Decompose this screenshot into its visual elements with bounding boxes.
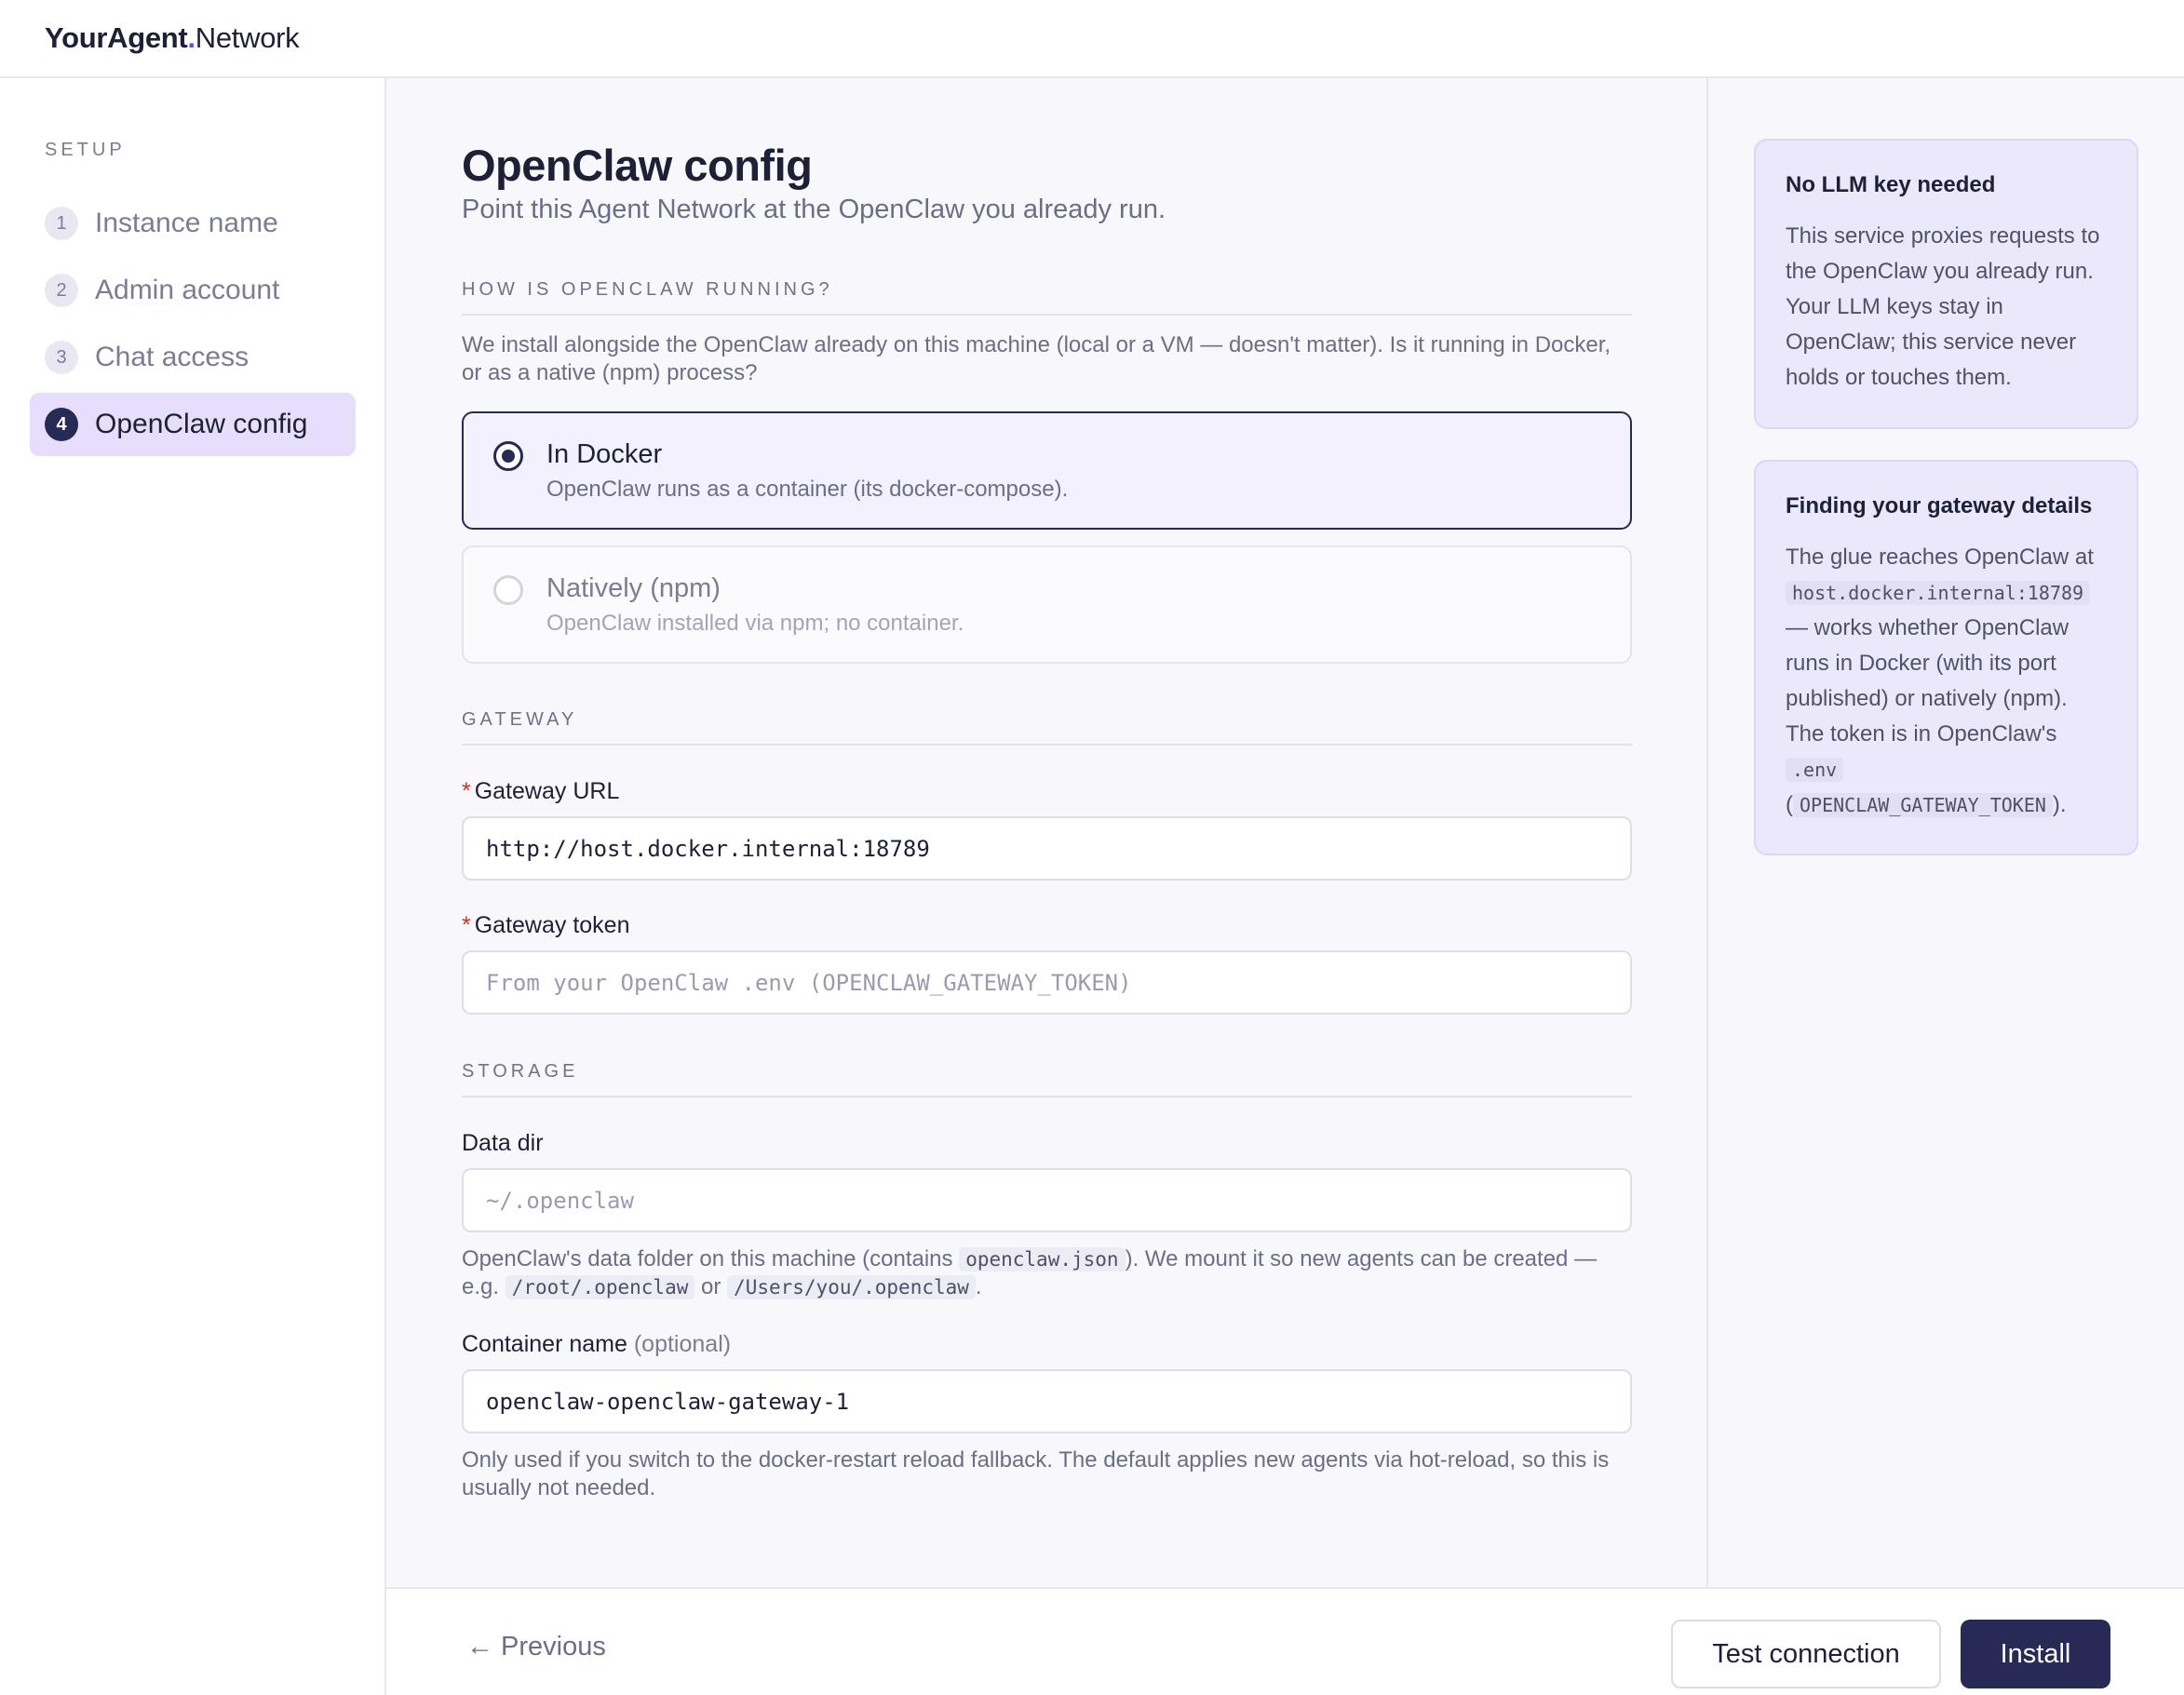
gateway-url-label-text: Gateway URL	[474, 778, 620, 804]
footer-actions: ← Previous Test connection Install	[386, 1587, 2184, 1695]
option-title: In Docker	[546, 439, 663, 469]
option-in-docker[interactable]: In Docker OpenClaw runs as a container (…	[462, 411, 1632, 530]
code-host-docker-internal: host.docker.internal:18789	[1786, 581, 2091, 605]
page-subtitle: Point this Agent Network at the OpenClaw…	[462, 195, 1166, 224]
body-text: ).	[2052, 792, 2067, 817]
brand-name-bold: YourAgent	[45, 21, 188, 54]
section-heading-gateway: GATEWAY	[462, 709, 1632, 746]
data-dir-label: Data dir	[462, 1130, 544, 1156]
info-card-title: No LLM key needed	[1786, 172, 1996, 197]
code-env: .env	[1786, 758, 1844, 782]
required-mark: *	[462, 778, 471, 804]
optional-tag: (optional)	[633, 1331, 732, 1357]
gateway-url-label: * Gateway URL	[462, 778, 619, 805]
code-openclaw-gateway-token: OPENCLAW_GATEWAY_TOKEN	[1793, 793, 2053, 817]
info-card-gateway-details: Finding your gateway details The glue re…	[1754, 460, 2138, 855]
info-card-body: The glue reaches OpenClaw at host.docker…	[1786, 540, 2107, 823]
arrow-left-icon: ←	[466, 1631, 493, 1661]
sidebar-step-instance-name[interactable]: 1 Instance name	[30, 192, 356, 255]
brand-name-rest: Network	[195, 21, 300, 54]
code-openclaw-json: openclaw.json	[959, 1247, 1126, 1271]
sidebar-step-admin-account[interactable]: 2 Admin account	[30, 259, 356, 322]
previous-label: Previous	[501, 1631, 606, 1661]
body-text: (	[1786, 792, 1793, 817]
container-name-input[interactable]: openclaw-openclaw-gateway-1	[462, 1369, 1632, 1433]
section-heading-storage: STORAGE	[462, 1061, 1632, 1097]
data-dir-input[interactable]: ~/.openclaw	[462, 1168, 1632, 1232]
container-name-label: Container name (optional)	[462, 1331, 731, 1358]
data-dir-help: OpenClaw's data folder on this machine (…	[462, 1245, 1632, 1301]
code-users-openclaw: /Users/you/.openclaw	[727, 1275, 976, 1299]
step-number: 1	[45, 207, 78, 240]
help-text: OpenClaw's data folder on this machine (…	[462, 1246, 960, 1271]
gateway-token-label: * Gateway token	[462, 912, 630, 939]
container-name-help: Only used if you switch to the docker-re…	[462, 1447, 1610, 1500]
container-name-label-text: Container name	[462, 1331, 627, 1357]
body-text: The glue reaches OpenClaw at	[1786, 545, 2094, 570]
step-number: 4	[45, 408, 78, 441]
sidebar-step-openclaw-config[interactable]: 4 OpenClaw config	[30, 393, 356, 456]
required-mark: *	[462, 912, 471, 938]
step-label: Instance name	[95, 208, 278, 238]
step-label: Admin account	[95, 275, 280, 305]
section-heading-running: HOW IS OPENCLAW RUNNING?	[462, 279, 1632, 316]
option-description: OpenClaw installed via npm; no container…	[546, 611, 964, 636]
sidebar-step-chat-access[interactable]: 3 Chat access	[30, 326, 356, 389]
radio-button[interactable]	[493, 575, 523, 605]
step-label: OpenClaw config	[95, 409, 308, 439]
previous-button[interactable]: ← Previous	[466, 1624, 606, 1669]
install-button[interactable]: Install	[1961, 1620, 2110, 1688]
step-number: 3	[45, 341, 78, 374]
info-aside: No LLM key needed This service proxies r…	[1708, 78, 2184, 1588]
sidebar-title: SETUP	[45, 140, 126, 160]
brand-logo[interactable]: YourAgent.Network	[45, 21, 300, 55]
page-title: OpenClaw config	[462, 141, 813, 190]
test-connection-button[interactable]: Test connection	[1671, 1620, 1941, 1688]
gateway-token-label-text: Gateway token	[474, 912, 630, 938]
gateway-token-input[interactable]: From your OpenClaw .env (OPENCLAW_GATEWA…	[462, 950, 1632, 1015]
option-title: Natively (npm)	[546, 573, 721, 603]
step-number: 2	[45, 274, 78, 307]
info-card-no-llm-key: No LLM key needed This service proxies r…	[1754, 139, 2138, 429]
setup-sidebar: SETUP 1 Instance name 2 Admin account 3 …	[0, 78, 386, 1695]
option-description: OpenClaw runs as a container (its docker…	[546, 477, 1069, 502]
info-card-body: This service proxies requests to the Ope…	[1786, 223, 2100, 390]
running-description: We install alongside the OpenClaw alread…	[462, 332, 1611, 385]
body-text: — works whether OpenClaw runs in Docker …	[1786, 615, 2069, 747]
top-bar: YourAgent.Network	[0, 0, 2184, 78]
radio-button-selected[interactable]	[493, 441, 523, 471]
main-content: OpenClaw config Point this Agent Network…	[386, 78, 1708, 1588]
help-text: or	[694, 1274, 728, 1299]
gateway-url-input[interactable]: http://host.docker.internal:18789	[462, 816, 1632, 881]
brand-dot: .	[187, 21, 195, 54]
option-natively-npm[interactable]: Natively (npm) OpenClaw installed via np…	[462, 545, 1632, 664]
help-text: .	[975, 1274, 982, 1299]
step-label: Chat access	[95, 342, 249, 372]
code-root-openclaw: /root/.openclaw	[505, 1275, 695, 1299]
info-card-title: Finding your gateway details	[1786, 493, 2093, 518]
